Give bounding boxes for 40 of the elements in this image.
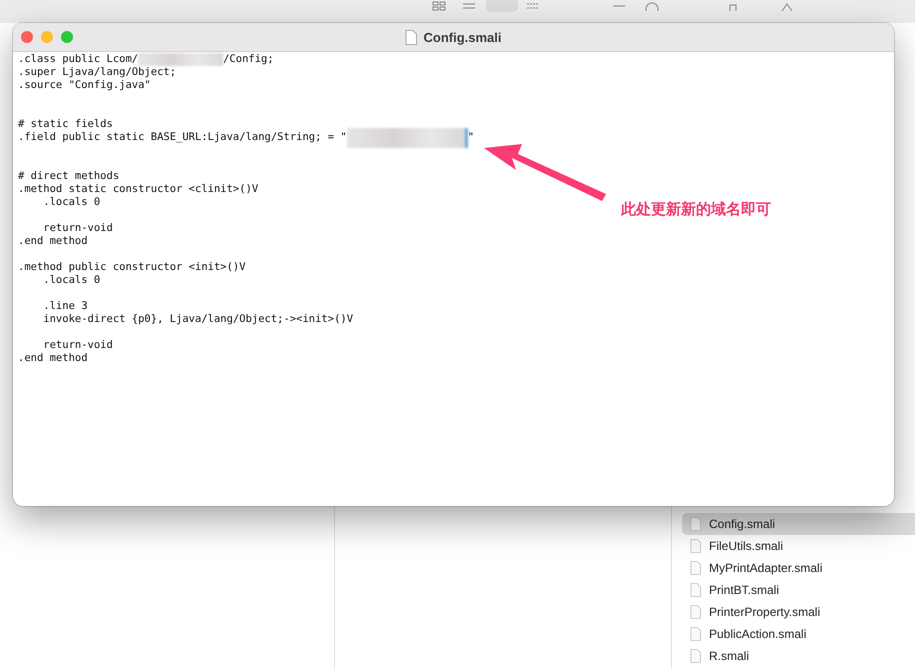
code-text: .method public constructor <init>()V: [18, 261, 246, 274]
code-text: .end method: [18, 235, 88, 248]
close-button[interactable]: [21, 31, 33, 43]
code-text: .method static constructor <clinit>()V: [18, 183, 258, 196]
code-text: .class public Lcom/: [18, 53, 138, 66]
file-list-item[interactable]: PrinterProperty.smali: [682, 601, 915, 623]
document-icon: [690, 583, 701, 597]
code-text: .end method: [18, 352, 88, 365]
code-text: .locals 0: [42, 196, 100, 209]
zoom-button[interactable]: [61, 31, 73, 43]
window-title: Config.smali: [423, 30, 502, 44]
file-list-item[interactable]: FileUtils.smali: [682, 535, 915, 557]
code-text: invoke-direct {p0}, Ljava/lang/Object;-><init>()V: [42, 313, 354, 326]
code-text: /Config;: [223, 53, 274, 66]
document-icon: [690, 517, 701, 531]
code-text: .locals 0: [42, 274, 100, 287]
document-icon: [690, 649, 701, 663]
file-list-item[interactable]: PrintBT.smali: [682, 579, 915, 601]
code-text: return-void: [42, 339, 113, 352]
file-list-item[interactable]: Config.smali: [682, 513, 915, 535]
code-text: # direct methods: [18, 170, 120, 183]
document-icon: [690, 605, 701, 619]
document-icon: [690, 539, 701, 553]
code-text: .field public static BASE_URL:Ljava/lang/String; = ": [18, 131, 347, 144]
document-icon: [405, 30, 418, 44]
annotation-text: 此处更新新的域名即可: [621, 200, 771, 219]
gallery-view-icon[interactable]: [526, 1, 540, 11]
code-text: return-void: [42, 222, 113, 235]
code-text: # static fields: [18, 118, 113, 131]
grid-view-icon[interactable]: [432, 1, 446, 11]
file-list-item[interactable]: MyPrintAdapter.smali: [682, 557, 915, 579]
code-text: ": [468, 131, 474, 144]
list-view-icon[interactable]: [462, 1, 476, 11]
document-icon: [690, 561, 701, 575]
code-text: .super Ljava/lang/Object;: [18, 66, 176, 79]
code-text: .source "Config.java": [18, 79, 151, 92]
file-list-item[interactable]: PublicAction.smali: [682, 623, 915, 645]
document-icon: [690, 627, 701, 641]
file-list-item[interactable]: R.smali: [682, 645, 915, 667]
code-text: .line 3: [42, 300, 88, 313]
